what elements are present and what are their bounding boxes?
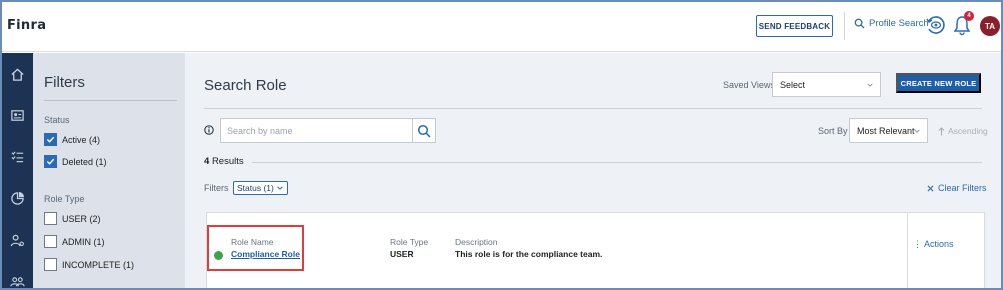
search-input[interactable] <box>220 118 413 143</box>
search-icon <box>417 124 431 138</box>
status-filter-chip-label: Status (1) <box>237 183 274 193</box>
filters-panel: Filters Status Active (4) Deleted (1) Ro… <box>33 53 185 288</box>
checklist-icon[interactable] <box>10 149 25 164</box>
header-divider <box>844 12 845 40</box>
actions-menu-button[interactable]: ⋮ Actions <box>913 239 954 250</box>
info-icon[interactable] <box>204 125 214 135</box>
status-group-label: Status <box>44 115 70 125</box>
saved-views-value: Select <box>780 79 806 90</box>
home-icon[interactable] <box>10 67 25 82</box>
chevron-down-icon <box>867 82 873 87</box>
left-nav <box>2 53 33 290</box>
checkbox-unchecked[interactable] <box>44 258 57 271</box>
checkbox-unchecked[interactable] <box>44 212 57 225</box>
close-icon <box>927 184 934 192</box>
checkbox-unchecked[interactable] <box>44 235 57 248</box>
role-type-value: USER <box>390 249 414 259</box>
main-content: Search Role Saved Views Select CREATE NE… <box>185 53 1001 288</box>
role-name-link[interactable]: Compliance Role <box>231 249 300 259</box>
results-number: 4 <box>204 156 210 167</box>
profile-card-icon[interactable] <box>10 108 25 123</box>
role-type-user-label: USER (2) <box>62 213 101 224</box>
role-type-group-label: Role Type <box>44 194 85 204</box>
profile-search-link[interactable]: Profile Search <box>854 18 929 29</box>
top-bar: Finra SEND FEEDBACK Profile Search 4 TA <box>2 2 1001 52</box>
ascending-label: Ascending <box>948 126 988 136</box>
team-icon[interactable] <box>10 275 25 290</box>
status-active-label: Active (4) <box>62 134 101 145</box>
user-avatar[interactable]: TA <box>980 16 1000 36</box>
chevron-down-icon <box>914 128 920 133</box>
actions-divider <box>907 213 908 288</box>
finra-logo[interactable]: Finra <box>7 18 46 33</box>
results-label: Results <box>211 156 244 167</box>
sort-by-value: Most Relevant <box>857 125 915 136</box>
status-deleted-checkbox[interactable]: Deleted (1) <box>44 155 107 168</box>
title-divider <box>204 108 982 109</box>
chevron-down-icon <box>277 186 283 190</box>
filters-divider <box>44 100 177 101</box>
page-title: Search Role <box>204 77 287 94</box>
checkmark-icon <box>46 136 55 143</box>
applied-filters-label: Filters <box>204 183 229 193</box>
results-divider <box>252 162 982 163</box>
search-icon <box>854 18 865 29</box>
clear-filters-label: Clear Filters <box>938 183 987 193</box>
actions-label: Actions <box>924 239 954 249</box>
role-type-incomplete-label: INCOMPLETE (1) <box>62 259 135 270</box>
description-value: This role is for the compliance team. <box>455 249 603 259</box>
status-filter-chip[interactable]: Status (1) <box>233 181 288 195</box>
ascending-toggle[interactable]: Ascending <box>938 126 988 136</box>
search-button[interactable] <box>412 118 436 143</box>
app-window: Finra SEND FEEDBACK Profile Search 4 TA … <box>0 0 1003 290</box>
sort-by-select[interactable]: Most Relevant <box>849 118 928 143</box>
create-new-role-button[interactable]: CREATE NEW ROLE <box>896 73 981 93</box>
status-active-checkbox[interactable]: Active (4) <box>44 133 100 146</box>
send-feedback-button[interactable]: SEND FEEDBACK <box>756 15 833 37</box>
result-row: Role Name Compliance Role Role Type USER… <box>206 212 985 288</box>
sort-by-label: Sort By <box>818 126 848 136</box>
saved-views-select[interactable]: Select <box>772 72 881 97</box>
checkbox-checked[interactable] <box>44 155 57 168</box>
role-type-admin-checkbox[interactable]: ADMIN (1) <box>44 235 105 248</box>
status-deleted-label: Deleted (1) <box>62 156 107 167</box>
highlight-box <box>207 225 304 271</box>
role-type-label: Role Type <box>390 237 429 247</box>
checkmark-icon <box>46 158 55 165</box>
kebab-icon: ⋮ <box>913 239 922 249</box>
role-type-user-checkbox[interactable]: USER (2) <box>44 212 101 225</box>
checkbox-checked[interactable] <box>44 133 57 146</box>
role-name-label: Role Name <box>231 237 274 247</box>
arrow-up-icon <box>938 126 945 135</box>
recent-views-icon[interactable] <box>925 14 945 36</box>
user-settings-icon[interactable] <box>10 233 25 248</box>
description-label: Description <box>455 237 498 247</box>
results-count: 4 Results <box>204 156 244 167</box>
clear-filters-link[interactable]: Clear Filters <box>927 183 987 193</box>
filters-title: Filters <box>44 74 85 91</box>
analytics-pie-icon[interactable] <box>10 191 25 206</box>
role-type-incomplete-checkbox[interactable]: INCOMPLETE (1) <box>44 258 134 271</box>
profile-search-label: Profile Search <box>869 18 929 29</box>
saved-views-label: Saved Views <box>723 80 775 90</box>
role-type-admin-label: ADMIN (1) <box>62 236 105 247</box>
notification-badge: 4 <box>964 11 974 21</box>
